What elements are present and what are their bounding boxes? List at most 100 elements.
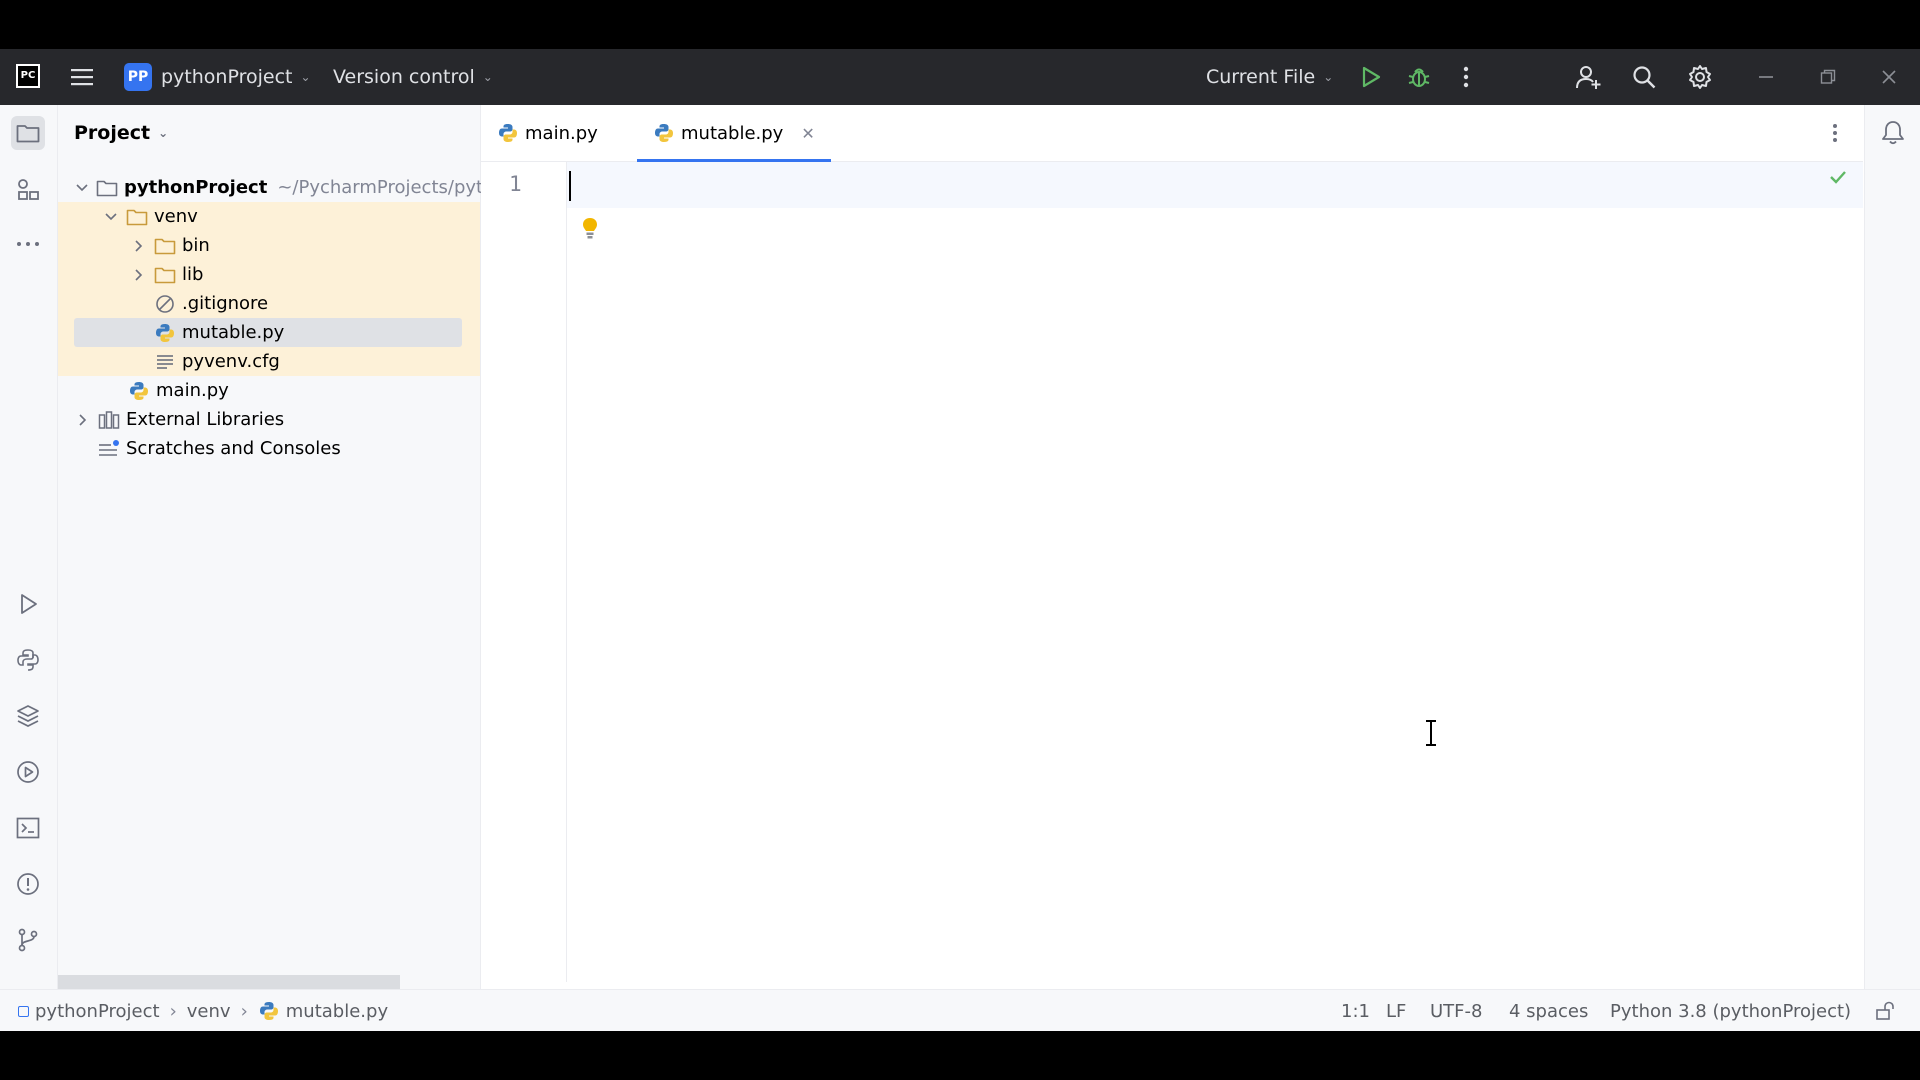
indent-setting[interactable]: 4 spaces	[1509, 990, 1588, 1031]
python-console-icon	[17, 649, 39, 671]
problems-icon	[17, 873, 39, 895]
tree-item-scratches[interactable]: Scratches and Consoles	[98, 434, 480, 463]
tree-item-label: lib	[182, 264, 204, 285]
tree-item-bin[interactable]: bin	[58, 231, 480, 260]
run-config-label: Current File	[1206, 66, 1316, 88]
tree-item-pythonproject[interactable]: pythonProject ~/PycharmProjects/pytho	[76, 173, 506, 202]
chevron-right-icon: ›	[169, 1000, 177, 1022]
lightbulb-icon[interactable]	[581, 217, 599, 245]
scratches-icon	[98, 438, 120, 460]
tree-item-lib[interactable]: lib	[58, 260, 480, 289]
terminal-icon	[16, 817, 40, 839]
chevron-down-icon: ⌄	[158, 126, 169, 140]
tree-item-mutable-py[interactable]: mutable.py	[74, 318, 462, 347]
git-branch-icon	[18, 928, 38, 952]
status-bar: pythonProject › venv › mutable.py 1:1 LF…	[0, 989, 1920, 1031]
tab-main-py[interactable]: main.py	[497, 105, 598, 161]
ide-window: PC PP pythonProject ⌄ Version control ⌄ …	[0, 49, 1920, 1031]
python-file-icon	[497, 122, 519, 144]
tree-item-gitignore[interactable]: .gitignore	[58, 289, 480, 318]
horizontal-scrollbar[interactable]	[58, 975, 400, 989]
git-tool-button[interactable]	[11, 923, 45, 957]
tab-label: mutable.py	[681, 122, 784, 144]
inspection-ok-icon[interactable]	[1829, 169, 1847, 188]
version-control-label: Version control	[333, 66, 475, 88]
search-icon[interactable]	[1628, 61, 1660, 93]
python-console-button[interactable]	[11, 643, 45, 677]
settings-gear-icon[interactable]	[1684, 61, 1716, 93]
project-selector[interactable]: PP pythonProject ⌄	[124, 49, 311, 105]
tab-mutable-py[interactable]: mutable.py ✕	[637, 105, 831, 162]
tab-options-icon[interactable]	[1819, 117, 1851, 149]
project-tool-button[interactable]	[11, 116, 45, 150]
run-icon[interactable]	[1355, 61, 1387, 93]
tab-close-icon[interactable]: ✕	[801, 124, 814, 143]
python-file-icon	[128, 380, 150, 402]
run-config-selector[interactable]: Current File ⌄	[1206, 49, 1333, 105]
problems-tool-button[interactable]	[11, 867, 45, 901]
project-badge: PP	[124, 63, 152, 91]
lock-open-icon[interactable]	[1875, 990, 1895, 1031]
current-line-highlight	[567, 162, 1863, 208]
chevron-down-icon: ⌄	[300, 70, 311, 84]
line-separator[interactable]: LF	[1386, 990, 1406, 1031]
tree-item-venv[interactable]: venv	[58, 202, 480, 231]
services-tool-button[interactable]	[11, 755, 45, 789]
minimize-icon[interactable]	[1750, 61, 1782, 93]
structure-icon	[18, 179, 39, 200]
pycharm-logo: PC	[16, 64, 40, 88]
tree-item-label: bin	[182, 235, 210, 256]
chevron-down-icon	[104, 210, 118, 224]
library-icon	[98, 409, 120, 431]
line-gutter: 1	[481, 162, 567, 982]
more-vertical-icon[interactable]	[1450, 61, 1482, 93]
tree-item-external-libraries[interactable]: External Libraries	[76, 405, 480, 434]
services-icon	[17, 761, 39, 783]
version-control-menu[interactable]: Version control ⌄	[333, 49, 493, 105]
python-packages-button[interactable]	[11, 699, 45, 733]
close-icon[interactable]	[1873, 61, 1905, 93]
breadcrumb-item[interactable]: venv	[187, 1001, 231, 1022]
left-tool-strip	[0, 105, 58, 1031]
breadcrumb-item[interactable]: pythonProject	[35, 1001, 160, 1022]
title-bar: PC PP pythonProject ⌄ Version control ⌄ …	[0, 49, 1920, 105]
caret-position[interactable]: 1:1	[1341, 990, 1370, 1031]
tree-item-label: .gitignore	[182, 293, 269, 314]
hamburger-menu-icon[interactable]	[66, 61, 98, 93]
terminal-tool-button[interactable]	[11, 811, 45, 845]
project-panel-title: Project	[74, 122, 151, 144]
tree-item-label: Scratches and Consoles	[126, 438, 341, 459]
more-tools-button[interactable]	[11, 227, 45, 261]
bell-icon	[1882, 121, 1904, 145]
tree-item-label: pyvenv.cfg	[182, 351, 280, 372]
python-file-icon	[154, 322, 176, 344]
restore-icon[interactable]	[1812, 61, 1844, 93]
python-interpreter[interactable]: Python 3.8 (pythonProject)	[1610, 990, 1851, 1031]
tree-item-path-hint: ~/PycharmProjects/pytho	[277, 177, 506, 198]
chevron-down-icon	[76, 181, 88, 195]
project-panel-header[interactable]: Project ⌄	[74, 105, 168, 161]
line-number: 1	[509, 172, 522, 196]
notifications-button[interactable]	[1876, 116, 1910, 150]
add-user-icon[interactable]	[1573, 61, 1605, 93]
run-tool-button[interactable]	[11, 587, 45, 621]
tree-item-label: mutable.py	[182, 322, 285, 343]
debug-icon[interactable]	[1403, 61, 1435, 93]
structure-tool-button[interactable]	[11, 173, 45, 207]
python-file-icon	[258, 1000, 280, 1022]
folder-icon	[16, 125, 40, 143]
chevron-down-icon: ⌄	[482, 70, 493, 84]
breadcrumb-item[interactable]: mutable.py	[286, 1001, 388, 1022]
chevron-right-icon	[132, 239, 146, 253]
tree-item-pyvenv-cfg[interactable]: pyvenv.cfg	[58, 347, 480, 376]
chevron-right-icon: ›	[240, 1000, 248, 1022]
project-name: pythonProject	[161, 66, 293, 88]
tree-item-main-py[interactable]: main.py	[128, 376, 480, 405]
chevron-right-icon	[76, 413, 90, 427]
file-encoding[interactable]: UTF-8	[1430, 990, 1482, 1031]
module-icon	[18, 1005, 29, 1017]
layers-icon	[17, 705, 39, 727]
run-tool-icon	[21, 594, 37, 614]
text-caret	[569, 171, 571, 201]
right-tool-strip	[1864, 105, 1920, 1031]
